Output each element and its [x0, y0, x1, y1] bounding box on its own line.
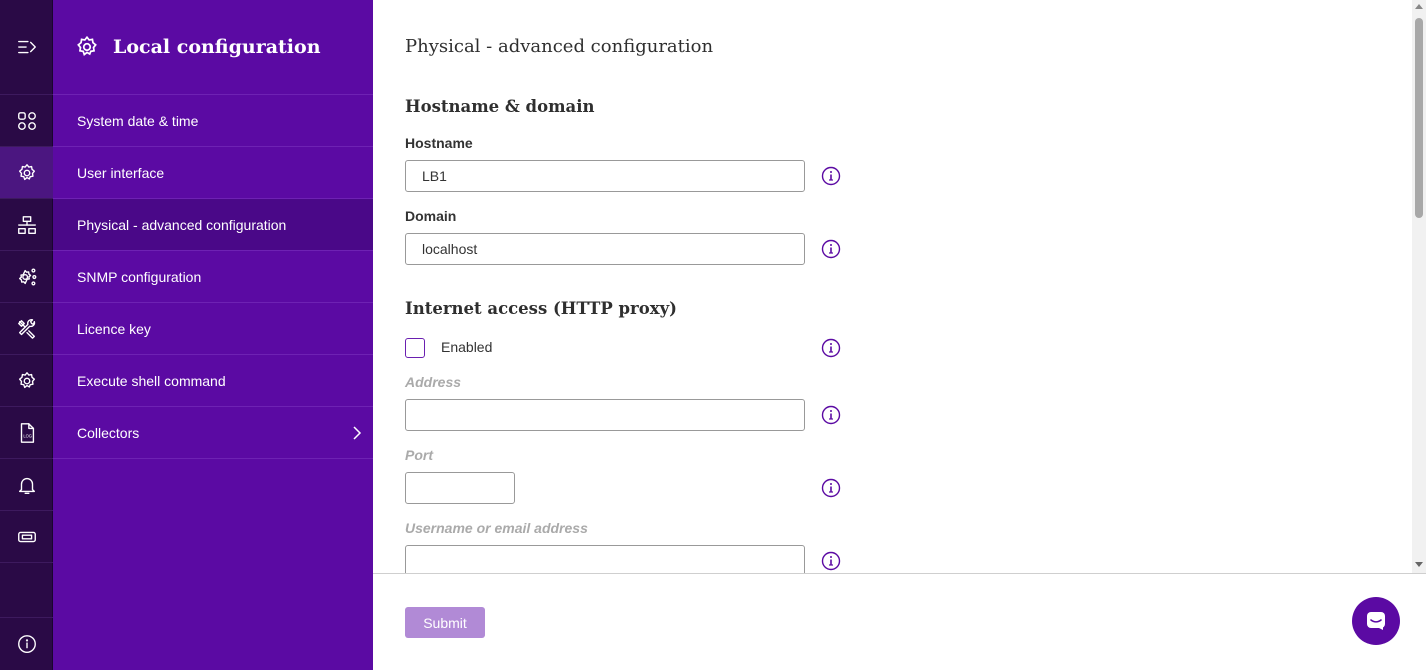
menu-item-physical-advanced[interactable]: Physical - advanced configuration: [53, 199, 373, 251]
chat-launcher-button[interactable]: [1352, 597, 1400, 645]
settings-icon[interactable]: [0, 355, 53, 407]
page-title: Physical - advanced configuration: [405, 36, 714, 57]
menu-item-user-interface[interactable]: User interface: [53, 147, 373, 199]
port-input[interactable]: [405, 472, 515, 504]
network-icon[interactable]: [0, 199, 53, 251]
scroll-thumb[interactable]: [1415, 18, 1423, 218]
menu-item-licence-key[interactable]: Licence key: [53, 303, 373, 355]
main-content: Physical - advanced configuration Hostna…: [373, 0, 1412, 573]
port-label: Port: [405, 447, 433, 463]
menu-title: Local configuration: [113, 36, 321, 58]
form-footer: Submit: [373, 573, 1426, 670]
scroll-up-arrow-icon[interactable]: [1415, 4, 1423, 9]
config-gear-icon[interactable]: [0, 147, 53, 199]
tools-icon[interactable]: [0, 303, 53, 355]
chevron-right-icon: [351, 425, 363, 441]
domain-input[interactable]: [405, 233, 805, 265]
chat-icon: [1367, 612, 1385, 630]
section-title-hostname: Hostname & domain: [405, 97, 595, 116]
vertical-scrollbar[interactable]: [1412, 0, 1426, 573]
menu-item-system-date-time[interactable]: System date & time: [53, 95, 373, 147]
info-icon[interactable]: [821, 551, 841, 571]
scroll-down-arrow-icon[interactable]: [1415, 562, 1423, 567]
submit-button[interactable]: Submit: [405, 607, 485, 638]
info-icon[interactable]: [821, 338, 841, 358]
address-input[interactable]: [405, 399, 805, 431]
log-file-icon[interactable]: LOG: [0, 407, 53, 459]
menu-item-collectors[interactable]: Collectors: [53, 407, 373, 459]
config-gear-icon: [77, 35, 97, 57]
address-label: Address: [405, 374, 462, 390]
local-config-menu: Local configuration System date & time U…: [53, 0, 373, 670]
username-input[interactable]: [405, 545, 805, 573]
menu-item-label: Collectors: [77, 424, 140, 441]
svg-text:LOG: LOG: [23, 433, 32, 438]
ticket-icon[interactable]: [0, 511, 53, 563]
menu-header: Local configuration: [53, 0, 373, 95]
menu-toggle-icon[interactable]: [0, 0, 53, 95]
username-label: Username or email address: [405, 520, 588, 536]
bell-icon[interactable]: [0, 459, 53, 511]
enabled-checkbox[interactable]: [405, 338, 425, 358]
hostname-label: Hostname: [405, 135, 473, 151]
menu-item-snmp-configuration[interactable]: SNMP configuration: [53, 251, 373, 303]
hostname-input[interactable]: [405, 160, 805, 192]
info-icon[interactable]: [821, 405, 841, 425]
enabled-label: Enabled: [441, 339, 493, 355]
info-icon[interactable]: [0, 617, 53, 669]
info-icon[interactable]: [821, 166, 841, 186]
icon-rail: LOG: [0, 0, 53, 670]
gear-share-icon[interactable]: [0, 251, 53, 303]
section-title-proxy: Internet access (HTTP proxy): [405, 299, 677, 318]
info-icon[interactable]: [821, 478, 841, 498]
info-icon[interactable]: [821, 239, 841, 259]
domain-label: Domain: [405, 208, 457, 224]
dashboard-icon[interactable]: [0, 95, 53, 147]
menu-item-execute-shell[interactable]: Execute shell command: [53, 355, 373, 407]
